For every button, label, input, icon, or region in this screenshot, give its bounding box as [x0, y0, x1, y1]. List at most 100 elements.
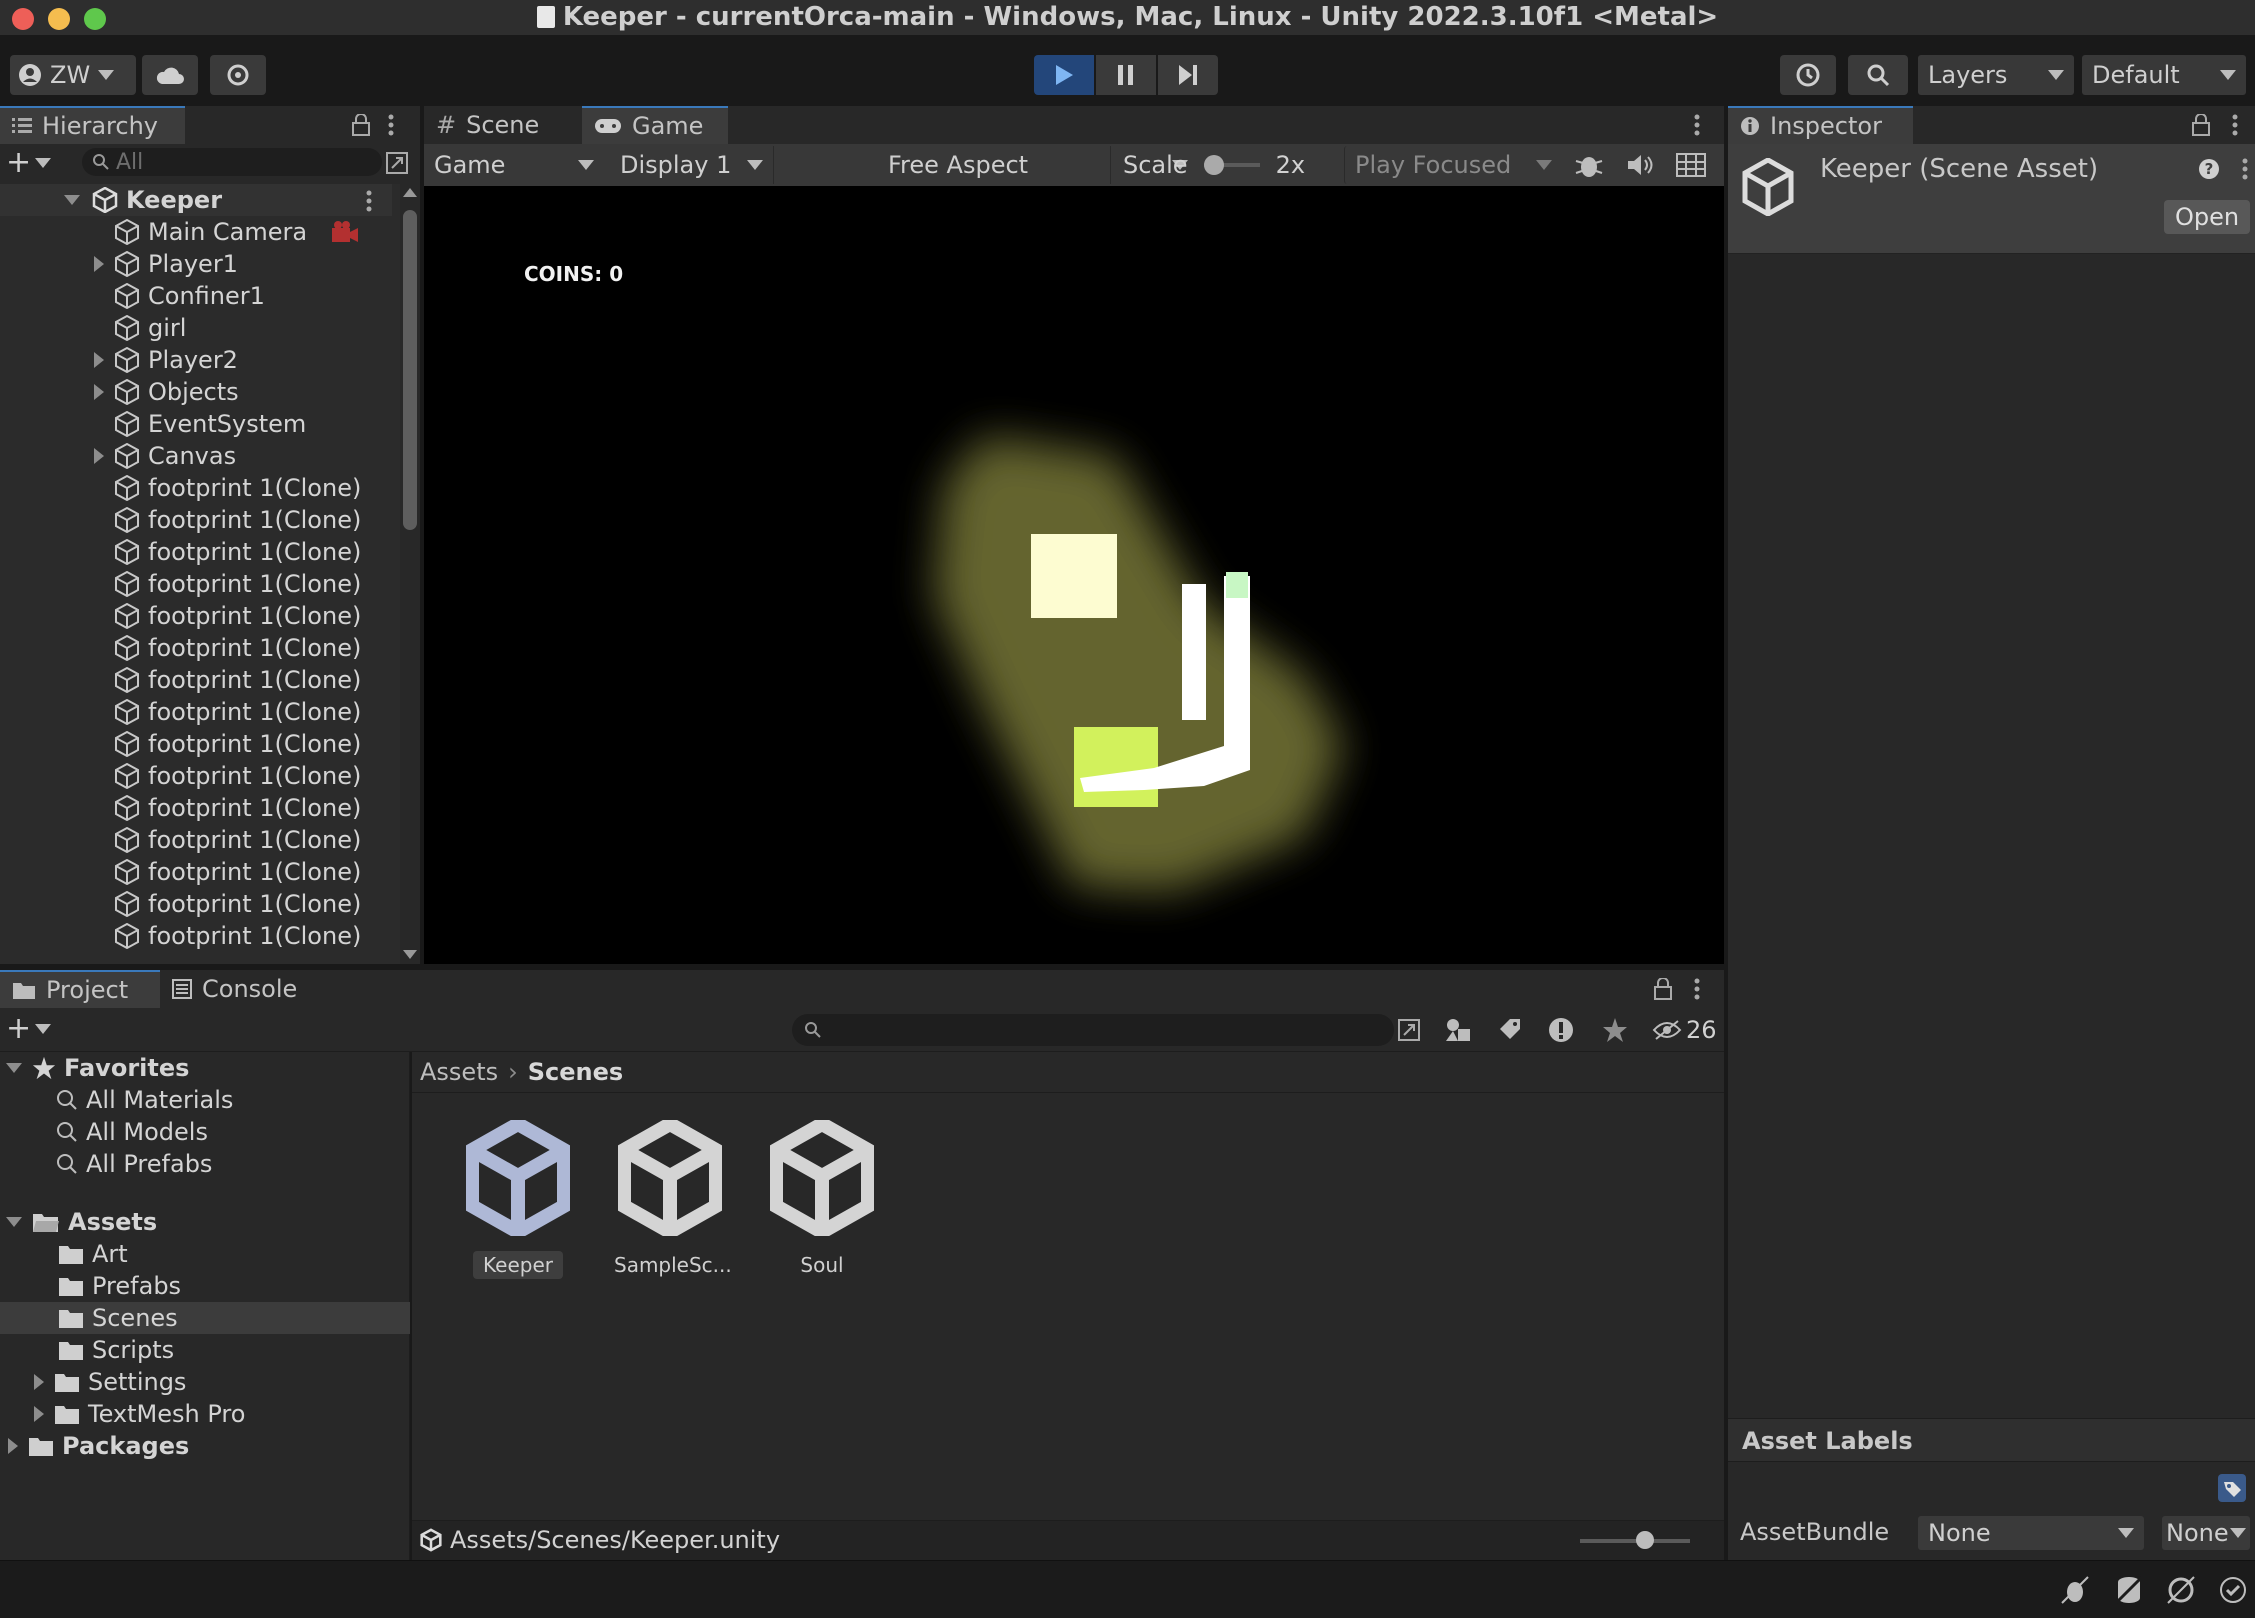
layers-dropdown[interactable]: Layers	[1918, 55, 2074, 95]
more-options-icon[interactable]	[366, 190, 372, 212]
expand-arrow-icon[interactable]	[6, 1217, 22, 1227]
favorite-star-icon[interactable]	[1602, 1017, 1628, 1043]
filter-by-issue-icon[interactable]	[1548, 1017, 1574, 1043]
asset-labels-header[interactable]: Asset Labels	[1728, 1418, 2255, 1462]
hierarchy-item[interactable]: Player1	[0, 248, 238, 280]
step-button[interactable]	[1158, 55, 1218, 95]
hierarchy-item[interactable]: EventSystem	[0, 408, 306, 440]
asset-folder-item[interactable]: Scripts	[0, 1334, 410, 1366]
icon-size-slider-thumb[interactable]	[1636, 1531, 1654, 1549]
tab-project[interactable]: Project	[0, 970, 160, 1008]
hierarchy-item[interactable]: footprint 1(Clone)	[0, 472, 361, 504]
tab-game[interactable]: Game	[582, 106, 728, 144]
asset-folder-item[interactable]: Settings	[0, 1366, 410, 1398]
scroll-up-icon[interactable]	[403, 188, 417, 197]
hierarchy-item[interactable]: footprint 1(Clone)	[0, 568, 361, 600]
hierarchy-item[interactable]: footprint 1(Clone)	[0, 600, 361, 632]
hierarchy-item[interactable]: footprint 1(Clone)	[0, 664, 361, 696]
display-dropdown[interactable]: Display 1	[610, 146, 774, 184]
filter-by-label-icon[interactable]	[1496, 1017, 1522, 1043]
project-search-input[interactable]	[792, 1014, 1394, 1046]
scale-slider[interactable]	[1203, 155, 1260, 175]
hierarchy-item[interactable]: girl	[0, 312, 186, 344]
hierarchy-item[interactable]: footprint 1(Clone)	[0, 792, 361, 824]
scale-slider-thumb[interactable]	[1203, 155, 1224, 175]
open-button[interactable]: Open	[2164, 200, 2250, 234]
filter-by-type-icon[interactable]	[1444, 1017, 1472, 1043]
hierarchy-item[interactable]: footprint 1(Clone)	[0, 920, 361, 952]
maximize-search-icon[interactable]	[386, 152, 408, 174]
hierarchy-item[interactable]: footprint 1(Clone)	[0, 856, 361, 888]
assetbundle-variant-dropdown[interactable]: None	[2162, 1516, 2250, 1550]
collab-button[interactable]	[210, 55, 266, 95]
hierarchy-search-input[interactable]: All	[82, 148, 382, 176]
tab-hierarchy[interactable]: Hierarchy	[0, 106, 185, 144]
more-options-icon[interactable]	[2242, 158, 2248, 180]
hierarchy-item[interactable]: footprint 1(Clone)	[0, 760, 361, 792]
packages-section[interactable]: Packages	[0, 1430, 189, 1462]
audio-icon[interactable]	[1626, 153, 1654, 177]
expand-arrow-icon[interactable]	[6, 1063, 22, 1073]
hierarchy-item[interactable]: Player2	[0, 344, 238, 376]
favorite-item[interactable]: All Materials	[56, 1084, 233, 1116]
debug-icon[interactable]	[2060, 1575, 2090, 1605]
hierarchy-item[interactable]: Objects	[0, 376, 239, 408]
icon-size-slider[interactable]	[1580, 1539, 1690, 1543]
tag-icon[interactable]	[2218, 1474, 2246, 1502]
favorite-item[interactable]: All Models	[56, 1116, 208, 1148]
undo-history-button[interactable]	[1780, 55, 1836, 95]
assetbundle-dropdown[interactable]: None	[1918, 1516, 2144, 1550]
asset-folder-item[interactable]: Prefabs	[0, 1270, 410, 1302]
scene-file[interactable]: Keeper	[452, 1115, 584, 1279]
more-options-icon[interactable]	[1694, 114, 1700, 136]
lock-icon[interactable]	[1654, 978, 1672, 1000]
bug-icon[interactable]	[1574, 151, 1604, 179]
tab-console[interactable]: Console	[160, 970, 320, 1008]
project-add-button[interactable]: +	[6, 1014, 52, 1044]
pause-button[interactable]	[1096, 55, 1156, 95]
expand-arrow-icon[interactable]	[94, 384, 104, 400]
hierarchy-item[interactable]: Main Camera	[0, 216, 358, 248]
tab-inspector[interactable]: Inspector	[1728, 106, 1913, 144]
lock-icon[interactable]	[352, 114, 370, 136]
more-options-icon[interactable]	[1694, 978, 1700, 1000]
favorite-item[interactable]: All Prefabs	[56, 1148, 212, 1180]
cache-server-icon[interactable]	[2114, 1575, 2144, 1605]
scroll-down-icon[interactable]	[403, 950, 417, 959]
account-button[interactable]: ZW	[10, 55, 136, 95]
tab-scene[interactable]: # Scene	[424, 106, 582, 144]
breadcrumb-scenes[interactable]: Scenes	[528, 1058, 623, 1086]
network-icon[interactable]	[2166, 1575, 2196, 1605]
asset-folder-item[interactable]: Scenes	[0, 1302, 410, 1334]
hierarchy-item[interactable]: Canvas	[0, 440, 236, 472]
more-options-icon[interactable]	[388, 114, 394, 136]
help-icon[interactable]: ?	[2198, 158, 2220, 180]
asset-folder-item[interactable]: TextMesh Pro	[0, 1398, 410, 1430]
layout-dropdown[interactable]: Default	[2082, 55, 2246, 95]
expand-arrow-icon[interactable]	[94, 256, 104, 272]
display-mode-dropdown[interactable]: Game	[424, 146, 604, 184]
hidden-packages-toggle[interactable]: 26	[1652, 1016, 1717, 1044]
expand-arrow-icon[interactable]	[34, 1374, 44, 1390]
check-icon[interactable]	[2218, 1575, 2248, 1605]
hierarchy-item[interactable]: footprint 1(Clone)	[0, 824, 361, 856]
hierarchy-item[interactable]: Confiner1	[0, 280, 265, 312]
hierarchy-item[interactable]: footprint 1(Clone)	[0, 504, 361, 536]
expand-arrow-icon[interactable]	[94, 352, 104, 368]
scene-root-keeper[interactable]: Keeper	[0, 184, 392, 216]
scene-file[interactable]: Soul	[756, 1115, 888, 1279]
hierarchy-add-button[interactable]: +	[6, 148, 52, 178]
hierarchy-item[interactable]: footprint 1(Clone)	[0, 632, 361, 664]
search-button[interactable]	[1848, 55, 1908, 95]
cloud-button[interactable]	[142, 55, 198, 95]
play-mode-dropdown[interactable]: Play Focused	[1344, 146, 1562, 184]
more-options-icon[interactable]	[2232, 114, 2238, 136]
hierarchy-item[interactable]: footprint 1(Clone)	[0, 888, 361, 920]
play-button[interactable]	[1034, 55, 1094, 95]
hierarchy-scroll-thumb[interactable]	[403, 210, 417, 530]
hierarchy-item[interactable]: footprint 1(Clone)	[0, 536, 361, 568]
game-viewport[interactable]: COINS: 0	[424, 186, 1724, 964]
expand-arrow-icon[interactable]	[8, 1438, 18, 1454]
lock-icon[interactable]	[2192, 114, 2210, 136]
hierarchy-scrollbar[interactable]	[400, 184, 420, 964]
